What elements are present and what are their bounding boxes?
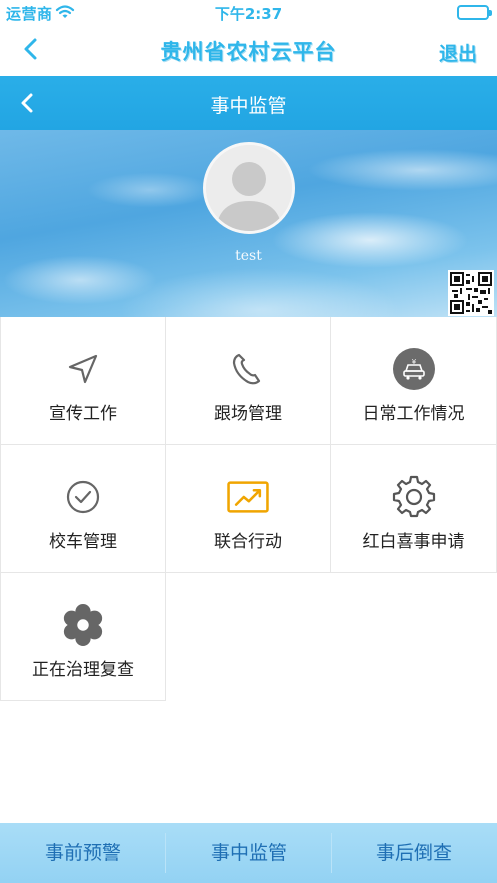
status-bar: 运营商 下午2:37 xyxy=(0,0,497,26)
battery-icon xyxy=(457,5,492,20)
tab-post-review[interactable]: 事后倒查 xyxy=(331,823,497,883)
grid-item-publicity[interactable]: 宣传工作 xyxy=(0,317,166,445)
status-time: 下午2:37 xyxy=(214,5,283,23)
phone-icon xyxy=(226,347,270,391)
send-icon xyxy=(61,347,105,391)
grid-item-label: 日常工作情况 xyxy=(362,404,465,424)
bottom-tab-bar: 事前预警 事中监管 事后倒查 xyxy=(0,823,497,883)
grid-item-daily-work[interactable]: ¥ 日常工作情况 xyxy=(331,317,497,445)
flower-gear-icon xyxy=(61,603,105,647)
grid-item-label: 跟场管理 xyxy=(214,404,282,424)
grid-item-governance-review[interactable]: 正在治理复查 xyxy=(0,573,166,701)
app-title: 贵州省农村云平台 xyxy=(160,40,337,64)
section-header: 事中监管 xyxy=(0,76,497,130)
grid-item-label: 宣传工作 xyxy=(49,404,117,424)
grid-item-label: 正在治理复查 xyxy=(32,660,134,680)
qr-code-icon[interactable] xyxy=(448,270,494,316)
grid-item-joint-action[interactable]: 联合行动 xyxy=(166,445,331,573)
section-title: 事中监管 xyxy=(210,95,287,117)
car-icon: ¥ xyxy=(392,347,436,391)
avatar[interactable] xyxy=(203,142,295,234)
tab-pre-warning[interactable]: 事前预警 xyxy=(0,823,166,883)
username: test xyxy=(235,248,262,264)
grid-item-wedding-funeral-application[interactable]: 红白喜事申请 xyxy=(331,445,497,573)
grid-item-label: 校车管理 xyxy=(49,532,117,552)
trending-chart-icon xyxy=(226,475,270,519)
grid-item-school-bus[interactable]: 校车管理 xyxy=(0,445,166,573)
logout-button[interactable]: 退出 xyxy=(439,39,477,66)
gear-icon xyxy=(392,475,436,519)
svg-text:¥: ¥ xyxy=(411,358,416,366)
grid-item-site-management[interactable]: 跟场管理 xyxy=(166,317,331,445)
grid-item-label: 红白喜事申请 xyxy=(362,532,465,552)
check-circle-icon xyxy=(61,475,105,519)
tab-in-process-supervision[interactable]: 事中监管 xyxy=(166,823,332,883)
user-placeholder-icon xyxy=(206,145,292,231)
app-bar: 贵州省农村云平台 退出 xyxy=(0,26,497,76)
grid-item-label: 联合行动 xyxy=(214,532,282,552)
profile-banner: test xyxy=(0,130,497,317)
